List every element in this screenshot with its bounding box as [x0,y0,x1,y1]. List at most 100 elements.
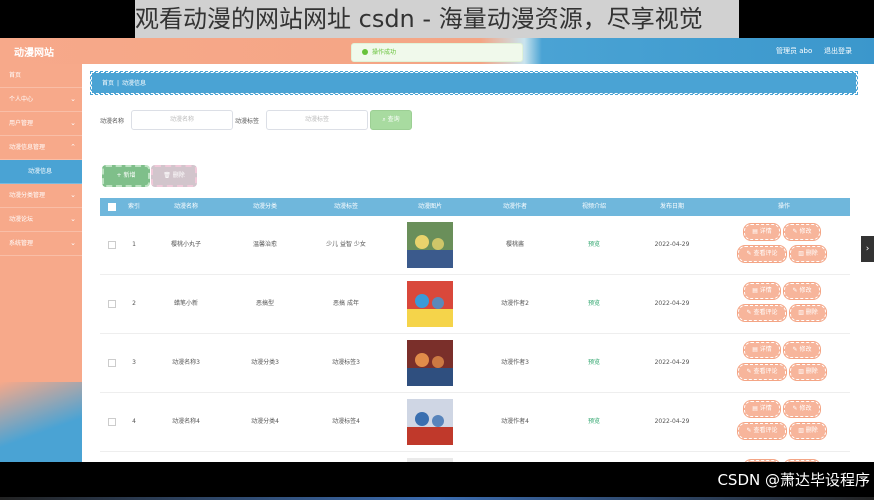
page-overlay-title: 观看动漫的网站网址 csdn - 海量动漫资源，尽享视觉 [135,0,739,38]
video-preview-link[interactable]: 预览 [564,216,624,274]
detail-icon: ▤ [752,287,760,294]
edit-button[interactable]: ✎ 修改 [783,400,821,418]
delete-label: 删除 [805,309,818,316]
name-search-input[interactable]: 动漫名称 [131,110,233,130]
row-actions: ▤ 详情✎ 修改✎ 查看评论▥ 删除 [736,452,832,462]
user-label: 管理员 abo [776,47,813,55]
table-header: 索引 动漫名称 动漫分类 动漫标签 动漫图片 动漫作者 视频介绍 发布日期 操作 [100,198,850,216]
success-icon [362,49,368,55]
admin-app: 动漫网站 操作成功 管理员 abo 退出登录 首页 个人中心 ⌄ 用户管理 ⌄ 动漫… [0,38,874,462]
detail-label: 详情 [759,228,772,235]
table-row: 4 动漫名称4 动漫分类4 动漫标签4 动漫作者4 预览 2022-04-29 ▤ 详情 ✎ 修… [100,393,850,452]
trash-icon: ▥ [798,368,806,375]
anime-thumbnail[interactable] [407,399,453,445]
success-toast: 操作成功 [351,43,523,62]
row-actions: ▤ 详情✎ 修改✎ 查看评论▥ 删除 [736,334,832,392]
edit-label: 修改 [799,346,812,353]
sidebar-item-label: 动漫信息管理 [9,144,46,151]
row-checkbox[interactable] [106,275,118,333]
trash-icon: ▥ [798,309,806,316]
edit-button[interactable]: ✎ 修改 [783,459,821,462]
detail-button[interactable]: ▤ 详情 [743,223,781,241]
comments-label: 查看评论 [753,250,778,257]
chevron-up-icon: ⌃ [70,143,76,151]
sidebar-item-label: 动漫论坛 [9,216,34,223]
anime-thumbnail[interactable] [407,458,453,462]
view-comments-button[interactable]: ✎ 查看评论 [737,304,787,322]
sidebar-item-users[interactable]: 用户管理 ⌄ [0,112,82,136]
sidebar-item-label: 动漫信息 [28,168,53,175]
csdn-watermark: CSDN @萧达毕设程序 [717,471,870,489]
batch-delete-button[interactable]: 🗑 删除 [151,165,197,187]
row-tags: 动漫标签3 [332,359,360,366]
delete-label: 删除 [805,250,818,257]
chevron-down-icon: ⌄ [70,119,76,127]
row-checkbox[interactable] [106,216,118,274]
breadcrumb-home[interactable]: 首页 [102,80,114,87]
row-date: 2022-04-29 [654,300,690,307]
tag-search-input[interactable]: 动漫标签 [266,110,368,130]
sidebar-item-anime-mgmt[interactable]: 动漫信息管理 ⌃ [0,136,82,160]
brand-title: 动漫网站 [14,48,54,59]
row-date: 2022-04-29 [642,452,702,462]
row-tags: 动漫标签5 [316,452,376,462]
view-comments-button[interactable]: ✎ 查看评论 [737,363,787,381]
row-checkbox[interactable] [106,452,118,462]
video-preview-link[interactable]: 预览 [564,275,624,333]
add-button[interactable]: + 新增 [102,165,150,187]
row-checkbox[interactable] [106,334,118,392]
row-name: 动漫名称5 [156,452,216,462]
row-delete-button[interactable]: ▥ 删除 [789,422,827,440]
sidebar-item-profile[interactable]: 个人中心 ⌄ [0,88,82,112]
anime-thumbnail[interactable] [407,222,453,268]
sidebar-decoration [0,382,82,462]
detail-button[interactable]: ▤ 详情 [743,459,781,462]
edit-button[interactable]: ✎ 修改 [783,282,821,300]
detail-button[interactable]: ▤ 详情 [743,341,781,359]
detail-button[interactable]: ▤ 详情 [743,400,781,418]
chevron-down-icon: ⌄ [70,239,76,247]
anime-thumbnail[interactable] [407,281,453,327]
row-delete-button[interactable]: ▥ 删除 [789,363,827,381]
chevron-down-icon: ⌄ [70,215,76,223]
video-preview-link[interactable]: 预览 [564,393,624,451]
view-comments-button[interactable]: ✎ 查看评论 [737,245,787,263]
sidebar-item-home[interactable]: 首页 [0,64,82,88]
video-preview-link[interactable]: 预览 [564,452,624,462]
main-content: 首页 | 动漫信息 动漫名称 动漫名称 动漫标签 动漫标签 ⌕ 查询 + 新增 🗑 … [82,64,874,462]
row-category: 动漫分类5 [235,452,295,462]
video-preview-link[interactable]: 预览 [564,334,624,392]
sidebar-item-category-mgmt[interactable]: 动漫分类管理 ⌄ [0,184,82,208]
row-checkbox[interactable] [106,393,118,451]
row-name: 樱桃小丸子 [170,241,201,248]
sidebar-item-forum[interactable]: 动漫论坛 ⌄ [0,208,82,232]
row-delete-button[interactable]: ▥ 删除 [789,304,827,322]
header-name: 动漫名称 [173,203,198,210]
chevron-down-icon: ⌄ [70,191,76,199]
detail-button[interactable]: ▤ 详情 [743,282,781,300]
query-button[interactable]: ⌕ 查询 [370,110,412,130]
detail-label: 详情 [759,405,772,412]
detail-label: 详情 [759,287,772,294]
row-author: 动漫作者5 [485,452,545,462]
row-author: 动漫作者4 [501,418,529,425]
sidebar-item-system[interactable]: 系统管理 ⌄ [0,232,82,256]
row-delete-button[interactable]: ▥ 删除 [789,245,827,263]
logout-link[interactable]: 退出登录 [824,46,852,56]
delete-label: 删除 [805,427,818,434]
row-category: 恶搞型 [255,300,274,307]
trash-icon: 🗑 [163,172,173,179]
select-all-checkbox[interactable] [106,198,118,216]
anime-thumbnail[interactable] [407,340,453,386]
row-author: 动漫作者3 [501,359,529,366]
view-comments-button[interactable]: ✎ 查看评论 [737,422,787,440]
sidebar-item-anime-info[interactable]: 动漫信息 [0,160,82,184]
comments-label: 查看评论 [753,309,778,316]
chevron-down-icon: ⌄ [70,95,76,103]
row-index: 3 [132,359,136,366]
edit-button[interactable]: ✎ 修改 [783,223,821,241]
edit-button[interactable]: ✎ 修改 [783,341,821,359]
row-name: 动漫名称3 [172,359,200,366]
delete-label: 删除 [805,368,818,375]
side-expand-handle[interactable]: › [861,236,874,262]
